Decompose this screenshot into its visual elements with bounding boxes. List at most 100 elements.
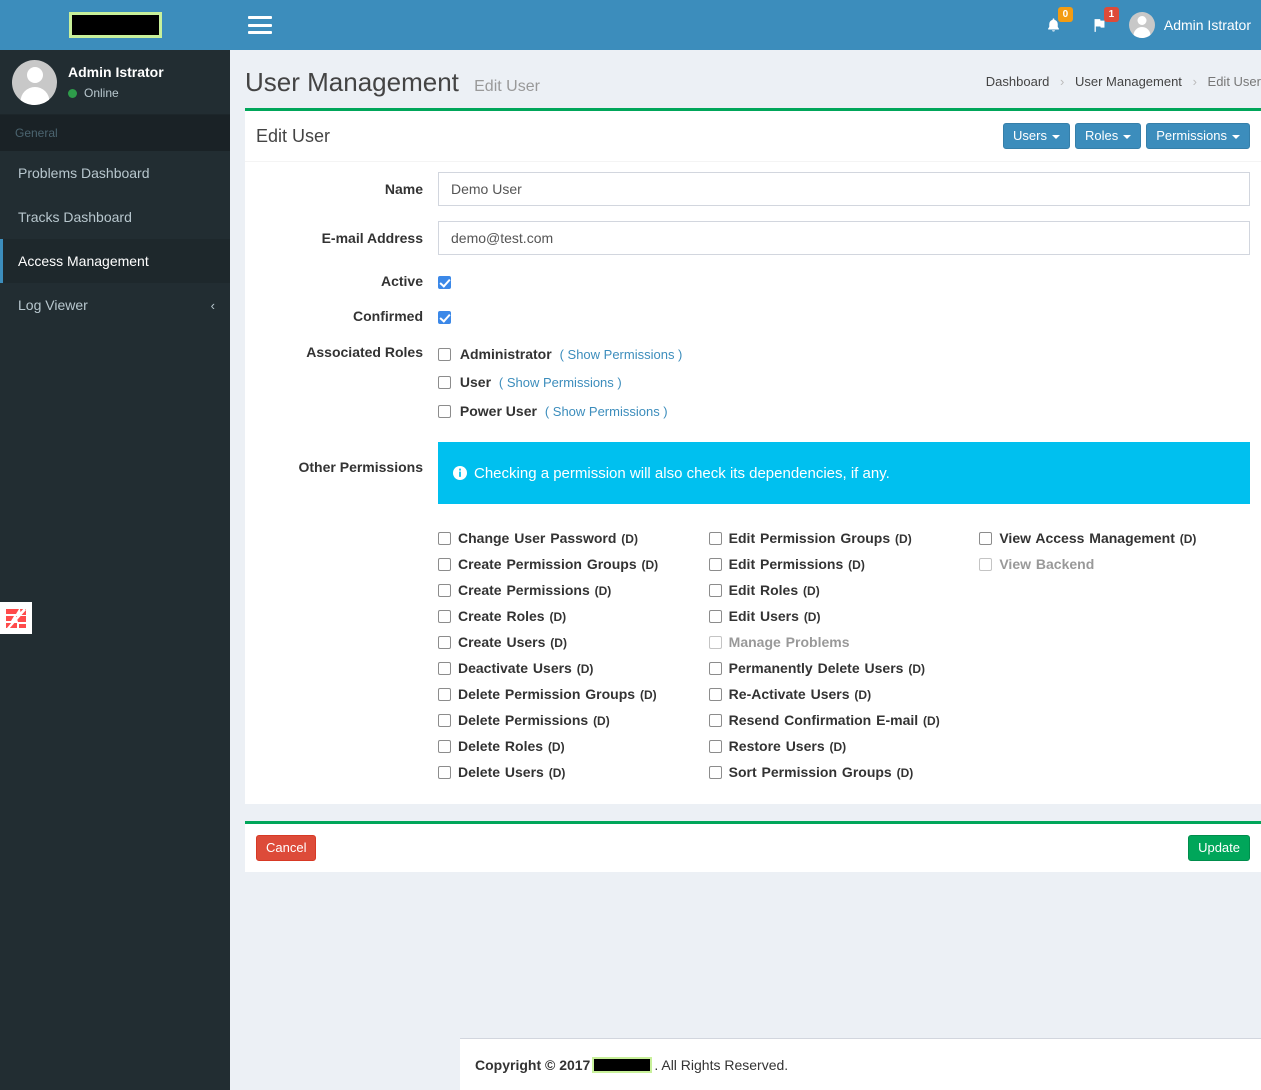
permission-label: Deactivate Users	[458, 660, 572, 677]
page-title: User Management Edit User	[245, 67, 540, 102]
form-actions-bar: Cancel Update	[245, 821, 1261, 873]
email-label: E-mail Address	[321, 230, 423, 247]
permission-checkbox[interactable]	[438, 740, 451, 754]
permission-checkbox[interactable]	[438, 532, 451, 546]
role-name: Power User	[459, 403, 537, 420]
permission-checkbox[interactable]	[438, 584, 451, 598]
sidebar-item-access-management[interactable]: Access Management	[0, 239, 230, 283]
permission-checkbox[interactable]	[708, 766, 722, 780]
permission-label: Sort Permission Groups	[728, 764, 892, 781]
confirmed-label: Confirmed	[353, 308, 423, 325]
permission-checkbox[interactable]	[708, 584, 722, 598]
form-group-confirmed: Confirmed	[256, 305, 1250, 325]
permissions-dropdown-button[interactable]: Permissions	[1146, 123, 1250, 150]
permission-checkbox[interactable]	[438, 766, 451, 780]
permission-label: Delete Permissions	[458, 712, 589, 729]
sidebar-item-label: Tracks Dashboard	[18, 209, 132, 225]
role-checkbox-user[interactable]	[438, 376, 451, 390]
permission-label: Edit Permission Groups	[728, 530, 891, 547]
sidebar-item-label: Access Management	[18, 253, 149, 269]
permission-create-users: Create Users (D)	[438, 630, 685, 656]
active-checkbox[interactable]	[438, 276, 451, 290]
chevron-down-icon	[1051, 134, 1060, 139]
permission-suffix: (D)	[639, 688, 657, 703]
name-field-wrap	[438, 172, 1250, 207]
role-checkbox-power-user[interactable]	[438, 405, 451, 419]
info-circle-icon	[453, 466, 467, 481]
role-row: User ( Show Permissions )	[438, 374, 1250, 391]
other-permissions-label: Other Permissions	[298, 459, 424, 476]
permission-column-3: View Access Management (D) View Backend	[979, 526, 1250, 786]
permission-column-1: Change User Password (D) Create Permissi…	[438, 526, 709, 786]
sidebar-item-log-viewer[interactable]: Log Viewer ‹	[0, 283, 230, 327]
permission-suffix: (D)	[896, 766, 914, 781]
user-account-menu[interactable]: Admin Istrator	[1123, 0, 1261, 50]
breadcrumb-current: Edit User	[1207, 74, 1261, 89]
show-permissions-link[interactable]: ( Show Permissions )	[499, 375, 622, 390]
permission-suffix: (D)	[576, 662, 594, 677]
permission-label: Resend Confirmation E-mail	[728, 712, 919, 729]
top-navbar: 0 1 Admin Istrator	[230, 0, 1261, 50]
permission-checkbox[interactable]	[438, 558, 451, 572]
permission-checkbox[interactable]	[708, 662, 722, 676]
show-permissions-link[interactable]: ( Show Permissions )	[560, 347, 683, 362]
permission-suffix: (D)	[803, 610, 821, 625]
permission-checkbox[interactable]	[708, 636, 722, 650]
permission-checkbox[interactable]	[438, 688, 451, 702]
permission-suffix: (D)	[1179, 532, 1197, 547]
sidebar-user-name: Admin Istrator	[68, 64, 164, 80]
permission-checkbox[interactable]	[979, 532, 993, 546]
breadcrumb-user-management[interactable]: User Management	[1075, 74, 1182, 89]
permission-label: Re-Activate Users	[728, 686, 850, 703]
dependency-info-text: Checking a permission will also check it…	[474, 464, 890, 482]
permission-checkbox[interactable]	[438, 662, 451, 676]
users-dropdown-button[interactable]: Users	[1003, 123, 1070, 150]
permission-suffix: (D)	[854, 688, 872, 703]
navbar-user-name: Admin Istrator	[1163, 17, 1251, 33]
flags-button[interactable]: 1	[1077, 0, 1123, 50]
roles-dropdown-button[interactable]: Roles	[1074, 123, 1142, 150]
sidebar-user-status: Online	[68, 86, 164, 100]
sidebar-item-problems-dashboard[interactable]: Problems Dashboard	[0, 151, 230, 195]
permission-columns: Change User Password (D) Create Permissi…	[438, 504, 1250, 786]
hamburger-icon[interactable]	[248, 16, 272, 34]
permission-label: Delete Roles	[458, 738, 544, 755]
permission-label: Delete Users	[458, 764, 544, 781]
permission-checkbox[interactable]	[708, 558, 722, 572]
permission-view-access-management: View Access Management (D)	[979, 526, 1226, 552]
logo-redacted-box	[68, 12, 162, 38]
permission-checkbox[interactable]	[979, 558, 993, 572]
update-button[interactable]: Update	[1188, 835, 1250, 862]
permission-checkbox[interactable]	[708, 740, 722, 754]
active-field-wrap	[438, 270, 1250, 290]
name-input[interactable]	[438, 172, 1250, 207]
dependency-info-alert: Checking a permission will also check it…	[438, 442, 1250, 505]
show-permissions-link[interactable]: ( Show Permissions )	[545, 404, 668, 419]
permission-label: View Backend	[999, 556, 1095, 573]
permission-delete-permission-groups: Delete Permission Groups (D)	[438, 682, 685, 708]
permission-suffix: (D)	[923, 714, 940, 729]
sidebar-logo-bar[interactable]	[0, 0, 230, 50]
notifications-button[interactable]: 0	[1031, 0, 1077, 50]
card-title: Edit User	[256, 125, 331, 146]
confirmed-checkbox[interactable]	[438, 311, 451, 325]
breadcrumb-dashboard[interactable]: Dashboard	[986, 74, 1050, 89]
sidebar-item-label: Problems Dashboard	[18, 165, 150, 181]
active-label: Active	[380, 273, 423, 290]
email-input[interactable]	[438, 221, 1250, 256]
chevron-down-icon	[1123, 134, 1132, 139]
sidebar-item-tracks-dashboard[interactable]: Tracks Dashboard	[0, 195, 230, 239]
permission-checkbox[interactable]	[438, 636, 451, 650]
permission-checkbox[interactable]	[438, 714, 451, 728]
role-checkbox-administrator[interactable]	[438, 347, 451, 361]
cancel-button[interactable]: Cancel	[256, 835, 317, 862]
permission-delete-permissions: Delete Permissions (D)	[438, 708, 685, 734]
permissions-dropdown-label: Permissions	[1156, 128, 1227, 143]
permission-checkbox[interactable]	[708, 688, 722, 702]
permission-checkbox[interactable]	[708, 610, 722, 624]
permission-checkbox[interactable]	[708, 532, 722, 546]
permission-edit-roles: Edit Roles (D)	[708, 578, 956, 604]
permission-checkbox[interactable]	[438, 610, 451, 624]
permission-checkbox[interactable]	[708, 714, 722, 728]
permission-suffix: (D)	[848, 558, 865, 573]
